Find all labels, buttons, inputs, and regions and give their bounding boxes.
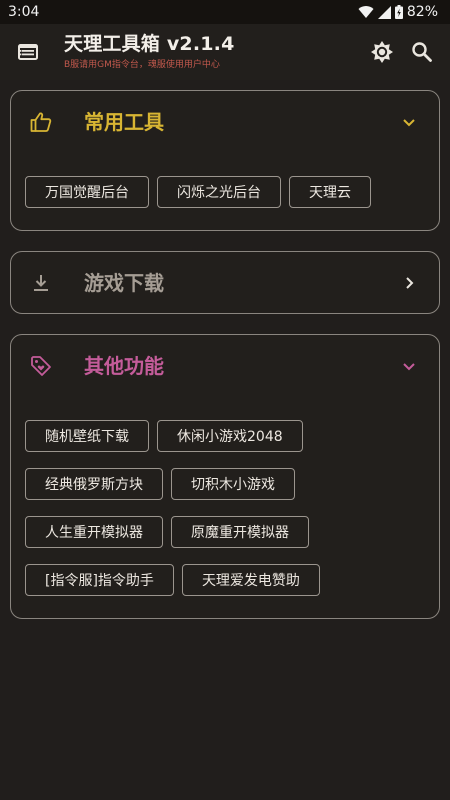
app-bar: 天理工具箱 v2.1.4 B服请用GM指令台，魂服使用用户中心 [0, 24, 450, 80]
app-subtitle: B服请用GM指令台，魂服使用用户中心 [64, 60, 220, 70]
status-time: 3:04 [8, 4, 40, 20]
chip-feature[interactable]: 切积木小游戏 [171, 468, 295, 500]
tag-icon [31, 356, 51, 376]
chip-tool[interactable]: 闪烁之光后台 [157, 176, 281, 208]
battery-percent: 82% [406, 4, 438, 20]
other-features-chips: 随机壁纸下载 休闲小游戏2048 经典俄罗斯方块 切积木小游戏 人生重开模拟器 … [25, 420, 320, 612]
section-common-tools: 常用工具 万国觉醒后台 闪烁之光后台 天理云 [10, 90, 440, 231]
app-title-block: 天理工具箱 v2.1.4 B服请用GM指令台，魂服使用用户中心 [64, 32, 235, 71]
section-other-features-header[interactable]: 其他功能 [11, 335, 439, 397]
chip-feature[interactable]: [指令服]指令助手 [25, 564, 174, 596]
signal-icon [377, 5, 391, 19]
status-indicators: 82% [358, 4, 438, 20]
thumb-up-icon [30, 112, 52, 132]
chip-feature[interactable]: 随机壁纸下载 [25, 420, 149, 452]
chip-feature[interactable]: 休闲小游戏2048 [157, 420, 303, 452]
app-title: 天理工具箱 v2.1.4 [64, 33, 235, 55]
chip-feature[interactable]: 人生重开模拟器 [25, 516, 163, 548]
brightness-icon[interactable] [370, 40, 394, 64]
download-icon [34, 275, 48, 291]
chip-tool[interactable]: 天理云 [289, 176, 371, 208]
search-icon[interactable] [410, 40, 434, 64]
section-other-features: 其他功能 随机壁纸下载 休闲小游戏2048 经典俄罗斯方块 切积木小游戏 人生重… [10, 334, 440, 619]
section-common-tools-header[interactable]: 常用工具 [11, 91, 439, 153]
chip-feature[interactable]: 原魔重开模拟器 [171, 516, 309, 548]
chevron-right-icon[interactable] [397, 271, 421, 295]
common-tools-chips: 万国觉醒后台 闪烁之光后台 天理云 [25, 176, 371, 224]
chevron-down-icon[interactable] [397, 110, 421, 134]
chip-feature[interactable]: 天理爱发电赞助 [181, 564, 320, 596]
chip-tool[interactable]: 万国觉醒后台 [25, 176, 149, 208]
chip-feature[interactable]: 经典俄罗斯方块 [25, 468, 163, 500]
menu-list-icon[interactable] [16, 40, 40, 64]
chevron-down-icon[interactable] [397, 354, 421, 378]
section-common-tools-title: 常用工具 [84, 110, 164, 134]
status-bar: 3:04 82% [0, 0, 450, 24]
section-other-features-title: 其他功能 [84, 354, 164, 378]
section-game-download-title: 游戏下载 [84, 271, 164, 295]
battery-icon [394, 5, 403, 19]
section-game-download[interactable]: 游戏下载 [10, 251, 440, 314]
wifi-icon [358, 6, 374, 19]
section-game-download-header[interactable]: 游戏下载 [11, 252, 439, 314]
